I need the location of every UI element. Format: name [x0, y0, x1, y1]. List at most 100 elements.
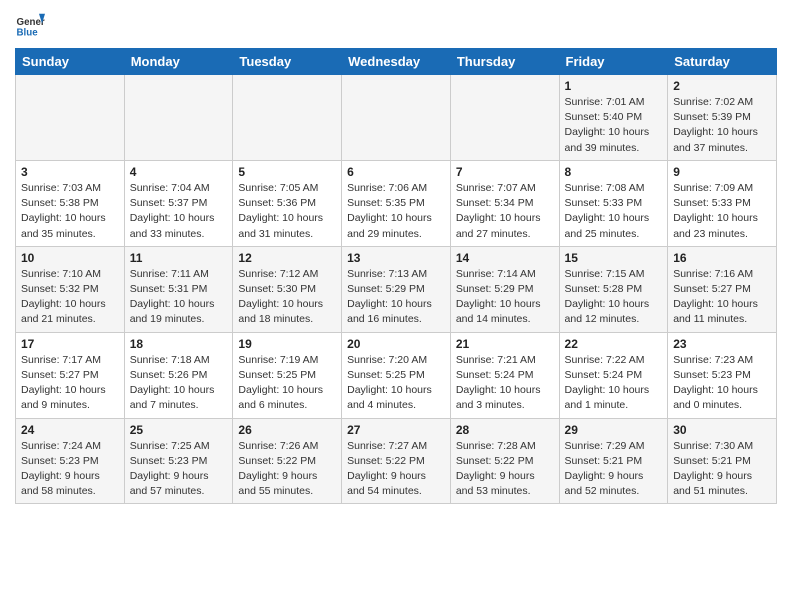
day-info: Sunrise: 7:06 AM Sunset: 5:35 PM Dayligh…: [347, 181, 445, 242]
day-info: Sunrise: 7:07 AM Sunset: 5:34 PM Dayligh…: [456, 181, 554, 242]
day-number: 9: [673, 165, 771, 179]
calendar-cell: [233, 75, 342, 161]
calendar-cell: 2 Sunrise: 7:02 AM Sunset: 5:39 PM Daylig…: [668, 75, 777, 161]
calendar-week-row: 1 Sunrise: 7:01 AM Sunset: 5:40 PM Daylig…: [16, 75, 777, 161]
calendar-cell: 28Sunrise: 7:28 AM Sunset: 5:22 PM Dayli…: [450, 418, 559, 504]
calendar-cell: 25Sunrise: 7:25 AM Sunset: 5:23 PM Dayli…: [124, 418, 233, 504]
calendar-cell: 23 Sunrise: 7:23 AM Sunset: 5:23 PM Dayli…: [668, 332, 777, 418]
day-number: 27: [347, 423, 445, 437]
calendar-cell: 16 Sunrise: 7:16 AM Sunset: 5:27 PM Dayli…: [668, 246, 777, 332]
day-number: 16: [673, 251, 771, 265]
day-number: 29: [565, 423, 663, 437]
day-number: 17: [21, 337, 119, 351]
day-number: 24: [21, 423, 119, 437]
calendar-cell: 9Sunrise: 7:09 AM Sunset: 5:33 PM Daylig…: [668, 160, 777, 246]
day-number: 4: [130, 165, 228, 179]
weekday-header: Monday: [124, 49, 233, 75]
day-info: Sunrise: 7:19 AM Sunset: 5:25 PM Dayligh…: [238, 353, 336, 414]
calendar-cell: 18 Sunrise: 7:18 AM Sunset: 5:26 PM Dayli…: [124, 332, 233, 418]
calendar-cell: 1 Sunrise: 7:01 AM Sunset: 5:40 PM Daylig…: [559, 75, 668, 161]
day-info: Sunrise: 7:08 AM Sunset: 5:33 PM Dayligh…: [565, 181, 663, 242]
day-info: Sunrise: 7:14 AM Sunset: 5:29 PM Dayligh…: [456, 267, 554, 328]
calendar-cell: 15Sunrise: 7:15 AM Sunset: 5:28 PM Dayli…: [559, 246, 668, 332]
calendar-cell: 4 Sunrise: 7:04 AM Sunset: 5:37 PM Daylig…: [124, 160, 233, 246]
calendar-cell: [450, 75, 559, 161]
calendar-cell: [16, 75, 125, 161]
calendar-cell: 17Sunrise: 7:17 AM Sunset: 5:27 PM Dayli…: [16, 332, 125, 418]
calendar-cell: 6 Sunrise: 7:06 AM Sunset: 5:35 PM Daylig…: [342, 160, 451, 246]
calendar-cell: 10 Sunrise: 7:10 AM Sunset: 5:32 PM Dayli…: [16, 246, 125, 332]
calendar-cell: 19 Sunrise: 7:19 AM Sunset: 5:25 PM Dayli…: [233, 332, 342, 418]
calendar-cell: 13 Sunrise: 7:13 AM Sunset: 5:29 PM Dayli…: [342, 246, 451, 332]
day-number: 1: [565, 79, 663, 93]
calendar-cell: 5 Sunrise: 7:05 AM Sunset: 5:36 PM Daylig…: [233, 160, 342, 246]
calendar-cell: 8Sunrise: 7:08 AM Sunset: 5:33 PM Daylig…: [559, 160, 668, 246]
day-number: 13: [347, 251, 445, 265]
calendar-cell: [342, 75, 451, 161]
calendar-header-row: SundayMondayTuesdayWednesdayThursdayFrid…: [16, 49, 777, 75]
weekday-header: Thursday: [450, 49, 559, 75]
day-number: 6: [347, 165, 445, 179]
calendar-cell: 24 Sunrise: 7:24 AM Sunset: 5:23 PM Dayli…: [16, 418, 125, 504]
calendar-cell: 3 Sunrise: 7:03 AM Sunset: 5:38 PM Daylig…: [16, 160, 125, 246]
calendar-week-row: 17Sunrise: 7:17 AM Sunset: 5:27 PM Dayli…: [16, 332, 777, 418]
calendar-cell: 27 Sunrise: 7:27 AM Sunset: 5:22 PM Dayli…: [342, 418, 451, 504]
calendar-cell: 29Sunrise: 7:29 AM Sunset: 5:21 PM Dayli…: [559, 418, 668, 504]
day-info: Sunrise: 7:16 AM Sunset: 5:27 PM Dayligh…: [673, 267, 771, 328]
day-number: 5: [238, 165, 336, 179]
day-number: 21: [456, 337, 554, 351]
weekday-header: Friday: [559, 49, 668, 75]
day-info: Sunrise: 7:21 AM Sunset: 5:24 PM Dayligh…: [456, 353, 554, 414]
day-info: Sunrise: 7:01 AM Sunset: 5:40 PM Dayligh…: [565, 95, 663, 156]
day-number: 19: [238, 337, 336, 351]
day-number: 18: [130, 337, 228, 351]
weekday-header: Saturday: [668, 49, 777, 75]
calendar-cell: 22 Sunrise: 7:22 AM Sunset: 5:24 PM Dayli…: [559, 332, 668, 418]
day-number: 23: [673, 337, 771, 351]
svg-text:Blue: Blue: [17, 28, 39, 39]
day-number: 14: [456, 251, 554, 265]
day-number: 2: [673, 79, 771, 93]
weekday-header: Sunday: [16, 49, 125, 75]
calendar-cell: 20 Sunrise: 7:20 AM Sunset: 5:25 PM Dayli…: [342, 332, 451, 418]
day-info: Sunrise: 7:22 AM Sunset: 5:24 PM Dayligh…: [565, 353, 663, 414]
calendar-cell: 11 Sunrise: 7:11 AM Sunset: 5:31 PM Dayli…: [124, 246, 233, 332]
logo-icon: General Blue: [15, 10, 45, 40]
day-info: Sunrise: 7:20 AM Sunset: 5:25 PM Dayligh…: [347, 353, 445, 414]
calendar-cell: 14 Sunrise: 7:14 AM Sunset: 5:29 PM Dayli…: [450, 246, 559, 332]
day-info: Sunrise: 7:12 AM Sunset: 5:30 PM Dayligh…: [238, 267, 336, 328]
day-number: 3: [21, 165, 119, 179]
day-number: 15: [565, 251, 663, 265]
calendar-cell: 21 Sunrise: 7:21 AM Sunset: 5:24 PM Dayli…: [450, 332, 559, 418]
day-info: Sunrise: 7:25 AM Sunset: 5:23 PM Dayligh…: [130, 439, 228, 500]
day-info: Sunrise: 7:02 AM Sunset: 5:39 PM Dayligh…: [673, 95, 771, 156]
day-number: 20: [347, 337, 445, 351]
day-info: Sunrise: 7:26 AM Sunset: 5:22 PM Dayligh…: [238, 439, 336, 500]
day-info: Sunrise: 7:10 AM Sunset: 5:32 PM Dayligh…: [21, 267, 119, 328]
calendar-cell: 12 Sunrise: 7:12 AM Sunset: 5:30 PM Dayli…: [233, 246, 342, 332]
calendar-cell: 7 Sunrise: 7:07 AM Sunset: 5:34 PM Daylig…: [450, 160, 559, 246]
day-number: 12: [238, 251, 336, 265]
day-info: Sunrise: 7:24 AM Sunset: 5:23 PM Dayligh…: [21, 439, 119, 500]
day-number: 30: [673, 423, 771, 437]
day-number: 10: [21, 251, 119, 265]
day-number: 11: [130, 251, 228, 265]
calendar-cell: 26 Sunrise: 7:26 AM Sunset: 5:22 PM Dayli…: [233, 418, 342, 504]
day-info: Sunrise: 7:13 AM Sunset: 5:29 PM Dayligh…: [347, 267, 445, 328]
calendar-week-row: 24 Sunrise: 7:24 AM Sunset: 5:23 PM Dayli…: [16, 418, 777, 504]
weekday-header: Wednesday: [342, 49, 451, 75]
day-number: 22: [565, 337, 663, 351]
day-info: Sunrise: 7:30 AM Sunset: 5:21 PM Dayligh…: [673, 439, 771, 500]
day-info: Sunrise: 7:11 AM Sunset: 5:31 PM Dayligh…: [130, 267, 228, 328]
day-info: Sunrise: 7:05 AM Sunset: 5:36 PM Dayligh…: [238, 181, 336, 242]
day-info: Sunrise: 7:03 AM Sunset: 5:38 PM Dayligh…: [21, 181, 119, 242]
calendar-cell: [124, 75, 233, 161]
day-info: Sunrise: 7:27 AM Sunset: 5:22 PM Dayligh…: [347, 439, 445, 500]
day-number: 26: [238, 423, 336, 437]
day-info: Sunrise: 7:04 AM Sunset: 5:37 PM Dayligh…: [130, 181, 228, 242]
day-number: 28: [456, 423, 554, 437]
day-number: 7: [456, 165, 554, 179]
day-info: Sunrise: 7:18 AM Sunset: 5:26 PM Dayligh…: [130, 353, 228, 414]
logo: General Blue: [15, 10, 45, 40]
day-info: Sunrise: 7:23 AM Sunset: 5:23 PM Dayligh…: [673, 353, 771, 414]
